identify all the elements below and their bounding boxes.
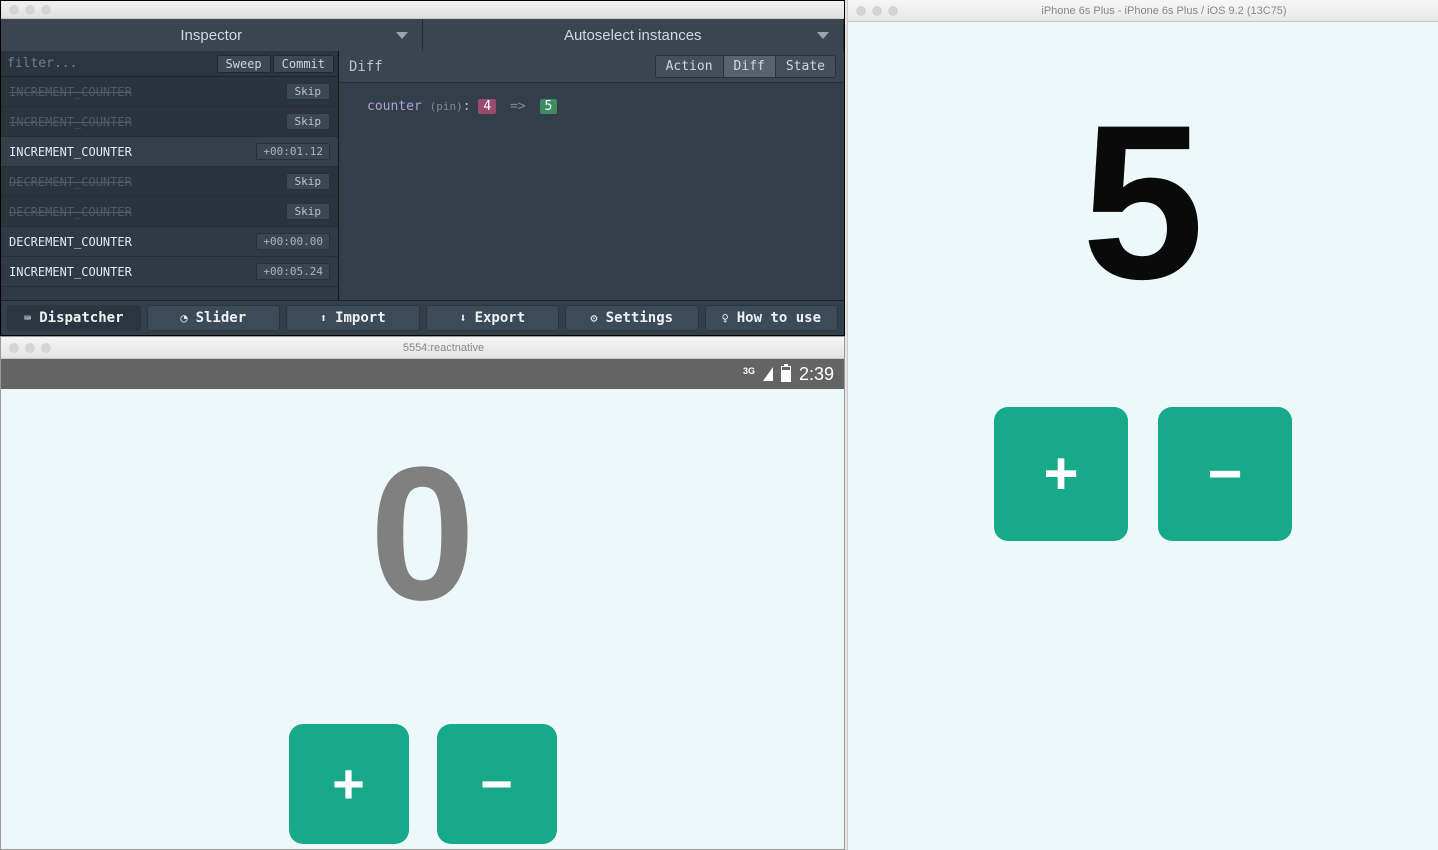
time-badge: +00:05.24: [256, 263, 330, 280]
download-icon: ⬇: [459, 311, 466, 325]
action-list-panel: Sweep Commit INCREMENT_COUNTERSkipINCREM…: [1, 51, 339, 300]
settings-button[interactable]: ⚙Settings: [565, 305, 699, 331]
bulb-icon: ♀: [721, 311, 728, 325]
action-label: INCREMENT_COUNTER: [9, 265, 132, 279]
slider-button[interactable]: ◔Slider: [147, 305, 281, 331]
android-title-bar: 5554:reactnative: [1, 337, 844, 359]
devtools-title-bar: [1, 1, 844, 19]
android-simulator-window: 5554:reactnative 3G 2:39 0 + −: [0, 336, 845, 850]
increment-button[interactable]: +: [289, 724, 409, 844]
action-label: DECREMENT_COUNTER: [9, 235, 132, 249]
action-label: DECREMENT_COUNTER: [9, 175, 132, 189]
decrement-button[interactable]: −: [1158, 407, 1292, 541]
action-label: INCREMENT_COUNTER: [9, 85, 132, 99]
diff-meta: (pin): [430, 100, 463, 113]
network-3g-label: 3G: [743, 366, 755, 376]
plus-icon: +: [1043, 444, 1078, 504]
close-dot-icon[interactable]: [9, 5, 19, 15]
seg-state-button[interactable]: State: [776, 56, 835, 77]
iphone-app-body: 5 + −: [848, 22, 1438, 850]
maximize-dot-icon[interactable]: [41, 5, 51, 15]
dispatcher-button[interactable]: ⌨Dispatcher: [7, 305, 141, 331]
time-badge: +00:00.00: [256, 233, 330, 250]
counter-display: 5: [1082, 92, 1204, 312]
plus-icon: +: [332, 756, 365, 812]
action-row[interactable]: DECREMENT_COUNTER Skip: [1, 197, 338, 227]
chevron-down-icon: [396, 32, 408, 39]
decrement-button[interactable]: −: [437, 724, 557, 844]
action-row[interactable]: INCREMENT_COUNTER +00:05.24: [1, 257, 338, 287]
devtools-window: Inspector Autoselect instances Sweep Com…: [0, 0, 845, 336]
upload-icon: ⬆: [320, 311, 327, 325]
diff-new-value: 5: [540, 99, 558, 114]
import-button[interactable]: ⬆Import: [286, 305, 420, 331]
maximize-dot-icon[interactable]: [41, 343, 51, 353]
gear-icon: ⚙: [590, 311, 597, 325]
skip-button[interactable]: Skip: [286, 113, 331, 130]
diff-key: counter: [367, 99, 422, 114]
close-dot-icon[interactable]: [856, 6, 866, 16]
skip-button[interactable]: Skip: [286, 83, 331, 100]
minimize-dot-icon[interactable]: [872, 6, 882, 16]
minus-icon: −: [1207, 444, 1242, 504]
increment-button[interactable]: +: [994, 407, 1128, 541]
iphone-simulator-window: iPhone 6s Plus - iPhone 6s Plus / iOS 9.…: [847, 0, 1438, 850]
export-button[interactable]: ⬇Export: [426, 305, 560, 331]
android-window-title: 5554:reactnative: [51, 342, 836, 354]
minimize-dot-icon[interactable]: [25, 5, 35, 15]
minimize-dot-icon[interactable]: [25, 343, 35, 353]
howto-button[interactable]: ♀How to use: [705, 305, 839, 331]
signal-icon: [763, 367, 773, 381]
diff-arrow-icon: =>: [504, 99, 532, 114]
action-row[interactable]: INCREMENT_COUNTER Skip: [1, 107, 338, 137]
minus-icon: −: [480, 756, 513, 812]
time-badge: +00:01.12: [256, 143, 330, 160]
android-status-bar: 3G 2:39: [1, 359, 844, 389]
iphone-window-title: iPhone 6s Plus - iPhone 6s Plus / iOS 9.…: [898, 5, 1430, 17]
action-row[interactable]: DECREMENT_COUNTER Skip: [1, 167, 338, 197]
keyboard-icon: ⌨: [24, 311, 31, 325]
seg-action-button[interactable]: Action: [656, 56, 724, 77]
clock-label: 2:39: [799, 364, 834, 385]
diff-panel: Diff Action Diff State counter (pin): 4 …: [339, 51, 844, 300]
action-label: DECREMENT_COUNTER: [9, 205, 132, 219]
close-dot-icon[interactable]: [9, 343, 19, 353]
commit-button[interactable]: Commit: [273, 55, 334, 73]
android-app-body: 0 + −: [1, 389, 844, 849]
diff-body: counter (pin): 4 => 5: [339, 83, 844, 114]
action-row[interactable]: DECREMENT_COUNTER +00:00.00: [1, 227, 338, 257]
clock-icon: ◔: [180, 311, 187, 325]
tab-inspector[interactable]: Inspector: [1, 19, 423, 51]
action-label: INCREMENT_COUNTER: [9, 115, 132, 129]
diff-old-value: 4: [478, 99, 496, 114]
action-row[interactable]: INCREMENT_COUNTER +00:01.12: [1, 137, 338, 167]
skip-button[interactable]: Skip: [286, 173, 331, 190]
iphone-title-bar: iPhone 6s Plus - iPhone 6s Plus / iOS 9.…: [848, 0, 1438, 22]
battery-icon: [781, 366, 791, 382]
sweep-button[interactable]: Sweep: [217, 55, 271, 73]
action-label: INCREMENT_COUNTER: [9, 145, 132, 159]
filter-input[interactable]: [7, 56, 217, 71]
tab-instances[interactable]: Autoselect instances: [423, 19, 845, 51]
maximize-dot-icon[interactable]: [888, 6, 898, 16]
counter-display: 0: [370, 439, 476, 629]
bottom-toolbar: ⌨Dispatcher ◔Slider ⬆Import ⬇Export ⚙Set…: [1, 300, 844, 335]
tab-label: Inspector: [180, 27, 242, 44]
diff-title: Diff: [349, 59, 655, 75]
skip-button[interactable]: Skip: [286, 203, 331, 220]
tab-label: Autoselect instances: [564, 27, 702, 44]
seg-diff-button[interactable]: Diff: [724, 56, 776, 77]
chevron-down-icon: [817, 32, 829, 39]
action-row[interactable]: INCREMENT_COUNTER Skip: [1, 77, 338, 107]
